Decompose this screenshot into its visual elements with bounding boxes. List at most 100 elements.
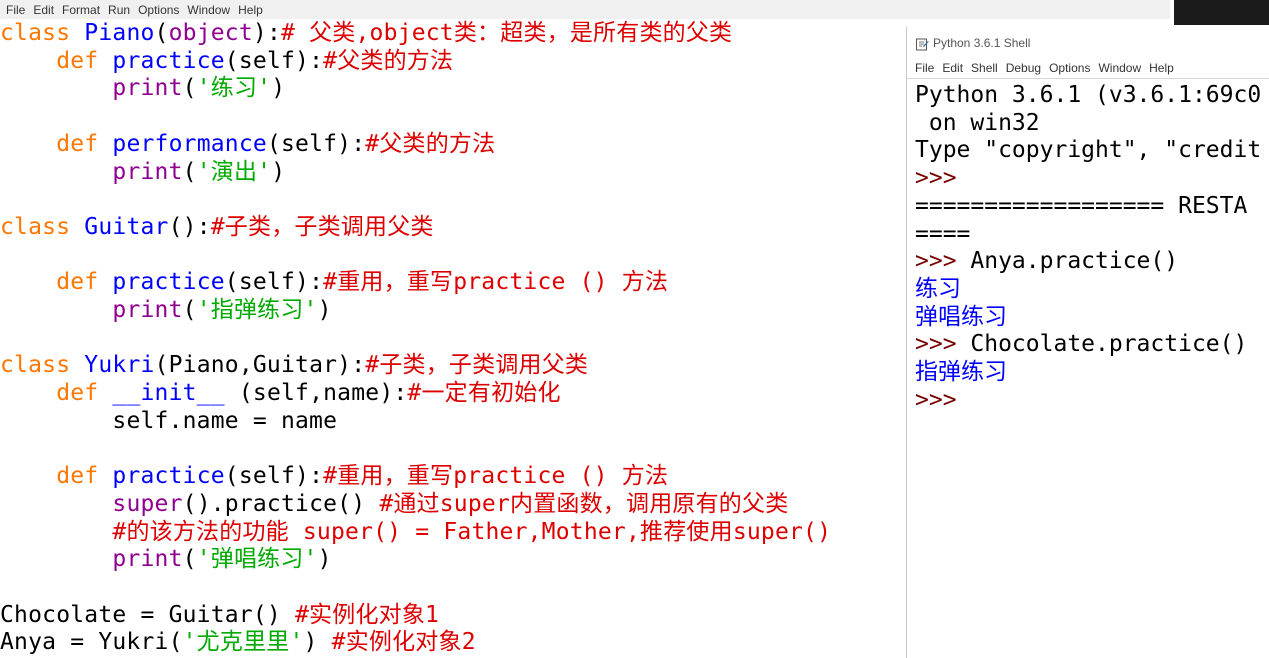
code-token: ): [303, 629, 332, 656]
shell-menu-debug[interactable]: Debug: [1006, 61, 1041, 75]
code-token: ().practice(): [182, 490, 380, 517]
code-token: #重用，重写practice () 方法: [323, 269, 669, 296]
shell-token: >>>: [915, 386, 957, 413]
code-token: Anya = Yukri(: [0, 629, 183, 656]
shell-line: ================== RESTA: [915, 192, 1247, 220]
menu-edit[interactable]: Edit: [33, 3, 54, 17]
code-token: #父类的方法: [365, 130, 496, 157]
menu-window[interactable]: Window: [187, 3, 230, 17]
code-token: def: [56, 463, 113, 490]
code-token: practice: [112, 269, 225, 296]
code-line: #的该方法的功能 super() = Father,Mother,推荐使用sup…: [0, 518, 831, 546]
code-token: (: [154, 20, 169, 46]
python-shell-window[interactable]: Python 3.6.1 Shell File Edit Shell Debug…: [906, 27, 1269, 658]
code-token: #一定有初始化: [407, 380, 561, 407]
code-token: ): [271, 75, 286, 102]
shell-line: >>>: [915, 164, 957, 192]
code-line: Anya = Yukri('尤克里里') #实例化对象2: [0, 628, 476, 656]
code-token: practice: [112, 463, 225, 490]
code-token: (self,name):: [224, 380, 408, 407]
shell-titlebar[interactable]: Python 3.6.1 Shell: [907, 27, 1269, 58]
shell-menu-file[interactable]: File: [915, 61, 934, 75]
code-token: print: [112, 546, 183, 573]
code-token: object: [168, 20, 253, 46]
code-token: (: [182, 546, 197, 573]
code-token: '演出': [196, 158, 272, 185]
shell-token: ================== RESTA: [915, 192, 1248, 219]
shell-line: 练习: [915, 275, 961, 303]
code-token: (self):: [224, 269, 324, 296]
code-token: (self):: [224, 463, 324, 490]
code-token: practice: [112, 47, 225, 74]
code-token: def: [56, 130, 113, 157]
shell-menu-help[interactable]: Help: [1149, 61, 1174, 75]
shell-token: Chocolate.practice(): [970, 331, 1248, 358]
menu-help[interactable]: Help: [238, 3, 263, 17]
shell-menu-options[interactable]: Options: [1049, 61, 1090, 75]
code-line: def __init__ (self,name):#一定有初始化: [0, 379, 561, 407]
shell-token: Anya.practice(): [970, 248, 1179, 275]
code-token: #的该方法的功能 super() = Father,Mother,推荐使用sup…: [112, 518, 832, 545]
shell-line: on win32: [915, 109, 1040, 137]
code-token: performance: [112, 130, 267, 157]
shell-token: >>>: [915, 331, 971, 358]
code-token: #子类，子类调用父类: [365, 352, 589, 379]
code-token: # 父类,object类：超类，是所有类的父类: [281, 20, 733, 46]
code-token: class: [0, 213, 85, 240]
shell-token: >>>: [915, 248, 971, 275]
code-token: '尤克里里': [182, 629, 304, 656]
code-token: Piano: [84, 20, 155, 46]
code-token: '弹唱练习': [196, 546, 318, 573]
code-token: class: [0, 20, 85, 46]
code-token: (self):: [266, 130, 366, 157]
code-line: def practice(self):#重用，重写practice () 方法: [0, 268, 668, 296]
code-token: print: [112, 158, 183, 185]
code-token: def: [56, 47, 113, 74]
code-token: (: [182, 158, 197, 185]
code-token: class: [0, 352, 85, 379]
shell-token: ====: [915, 220, 971, 247]
code-line: class Guitar():#子类，子类调用父类: [0, 213, 434, 241]
code-line: print('演出'): [0, 158, 285, 186]
code-token: print: [112, 297, 183, 323]
background-corner: [1174, 0, 1269, 25]
shell-menu-edit[interactable]: Edit: [942, 61, 963, 75]
code-token: super: [112, 490, 183, 517]
shell-line: >>> Anya.practice(): [915, 247, 1178, 275]
code-token: (self):: [224, 47, 324, 74]
shell-line: >>>: [915, 386, 957, 414]
shell-line: ====: [915, 220, 970, 248]
code-token: (: [182, 297, 197, 323]
menu-format[interactable]: Format: [62, 3, 100, 17]
shell-menu-shell[interactable]: Shell: [971, 61, 998, 75]
code-line: def performance(self):#父类的方法: [0, 130, 495, 158]
shell-line: 弹唱练习: [915, 303, 1007, 331]
shell-token: Python 3.6.1 (v3.6.1:69c0: [915, 82, 1262, 108]
code-token: Yukri: [84, 352, 155, 379]
code-line: class Yukri(Piano,Guitar):#子类，子类调用父类: [0, 351, 588, 379]
code-line: def practice(self):#父类的方法: [0, 47, 453, 75]
code-editor[interactable]: class Piano(object):# 父类,object类：超类，是所有类…: [0, 19, 905, 658]
code-line: class Piano(object):# 父类,object类：超类，是所有类…: [0, 19, 732, 47]
shell-menu-window[interactable]: Window: [1098, 61, 1141, 75]
shell-menubar: File Edit Shell Debug Options Window Hel…: [907, 58, 1269, 79]
menu-options[interactable]: Options: [138, 3, 179, 17]
code-token: ): [271, 158, 286, 185]
menu-file[interactable]: File: [6, 3, 25, 17]
code-token: '指弹练习': [196, 297, 318, 323]
code-token: #子类，子类调用父类: [210, 213, 434, 240]
code-token: self.name = name: [112, 407, 338, 434]
menu-run[interactable]: Run: [108, 3, 130, 17]
code-token: ):: [252, 20, 282, 46]
shell-output[interactable]: Python 3.6.1 (v3.6.1:69c0 on win32 Type "…: [907, 79, 1269, 658]
code-token: Chocolate = Guitar(): [0, 601, 295, 628]
code-token: #通过super内置函数，调用原有的父类: [379, 490, 789, 517]
code-token: ): [317, 546, 332, 573]
